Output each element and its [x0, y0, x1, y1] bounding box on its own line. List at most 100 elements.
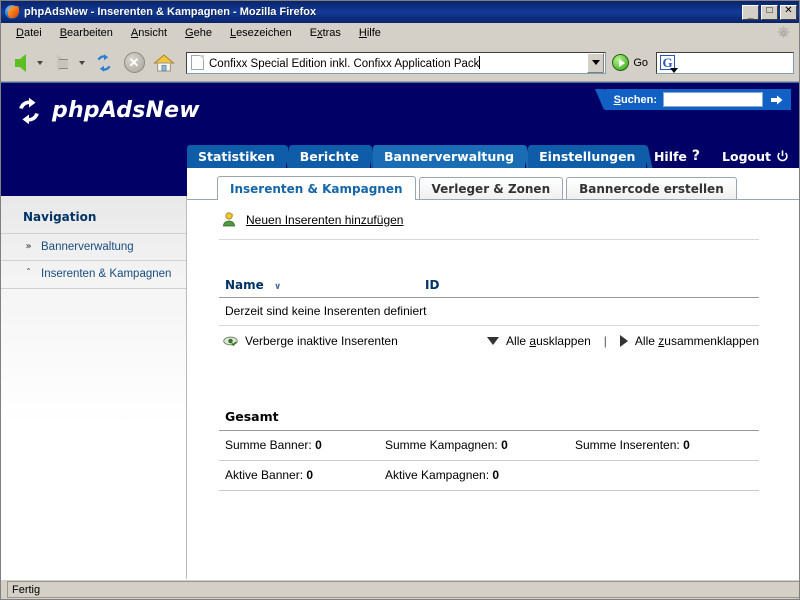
sidebar-item-bannerverwaltung[interactable]: » Bannerverwaltung [1, 233, 186, 260]
app-search-submit[interactable] [769, 92, 785, 108]
subtab-bannercode-erstellen[interactable]: Bannercode erstellen [566, 177, 737, 200]
total-inserenten-label: Summe Inserenten: [575, 438, 680, 452]
arrow-right-icon [771, 95, 783, 104]
home-button[interactable] [150, 49, 178, 77]
tab-statistiken[interactable]: Statistiken [187, 145, 286, 168]
chevron-double-up-icon: » [25, 241, 32, 252]
header-actions: Hilfe ? Logout [654, 148, 789, 164]
address-bar[interactable]: Confixx Special Edition inkl. Confixx Ap… [186, 51, 607, 74]
sort-chevron-down-icon: ∨ [273, 282, 282, 292]
empty-message: Derzeit sind keine Inserenten definiert [219, 297, 759, 326]
total-banner-label: Summe Banner: [225, 438, 312, 452]
app-search-label: Suchen: [613, 93, 657, 106]
firefox-icon [4, 4, 20, 20]
back-dropdown-icon[interactable] [37, 60, 43, 65]
menu-lesezeichen[interactable]: Lesezeichen [221, 25, 301, 41]
window-controls: _ □ ✕ [742, 4, 797, 20]
sidebar-item-label: Inserenten & Kampagnen [41, 268, 172, 281]
back-button[interactable] [6, 49, 34, 77]
total-banner-cell: Summe Banner: 0 [219, 431, 379, 461]
help-link[interactable]: Hilfe ? [654, 148, 700, 164]
total-kampagnen-value: 0 [501, 438, 508, 452]
forward-button[interactable] [48, 49, 76, 77]
sidebar-header-fill [1, 168, 187, 196]
subtab-inserenten-kampagnen[interactable]: Inserenten & Kampagnen [217, 176, 416, 201]
menu-datei[interactable]: DDateiatei [7, 25, 51, 41]
maximize-button[interactable]: □ [761, 4, 778, 20]
active-banner-value: 0 [306, 468, 314, 482]
totals-table: Summe Banner: 0 Summe Kampagnen: 0 Summe… [219, 431, 759, 491]
browser-window: phpAdsNew - Inserenten & Kampagnen - Moz… [0, 0, 800, 600]
active-kampagnen-cell: Aktive Kampagnen: 0 [379, 460, 569, 491]
maximize-icon: □ [766, 5, 773, 16]
logout-label: Logout [722, 148, 771, 164]
table-actions-row: Verberge inaktive Inserenten Alle auskla… [219, 326, 759, 357]
active-banner-cell: Aktive Banner: 0 [219, 460, 379, 491]
close-icon: ✕ [784, 5, 793, 16]
home-icon [153, 53, 175, 71]
gear-icon [777, 26, 790, 38]
status-text: Fertig [7, 581, 799, 598]
triangle-down-icon [487, 337, 500, 345]
forward-dropdown-icon[interactable] [79, 60, 85, 65]
active-kampagnen-label: Aktive Kampagnen: [385, 468, 490, 482]
sidebar-navigation: Navigation » Bannerverwaltung ˆ Inserent… [1, 196, 187, 579]
menu-ansicht[interactable]: Ansicht [122, 25, 176, 41]
chevron-up-icon: ˆ [26, 268, 31, 280]
collapse-all-link[interactable]: Alle zusammenklappen [619, 334, 759, 348]
app-brand-name: phpAdsNew [52, 98, 200, 123]
google-icon[interactable]: G [660, 55, 678, 73]
go-label: Go [633, 56, 648, 69]
tab-einstellungen[interactable]: Einstellungen [528, 145, 647, 168]
menu-bar: DDateiatei Bearbeiten Ansicht Gehe Lesez… [1, 23, 799, 44]
add-advertiser-link[interactable]: Neuen Inserenten hinzufügen [246, 213, 403, 227]
address-bar-text: Confixx Special Edition inkl. Confixx Ap… [209, 57, 480, 70]
text-caret [479, 55, 481, 69]
hide-inactive-label: Verberge inaktive Inserenten [245, 334, 398, 348]
logout-link[interactable]: Logout [722, 149, 789, 164]
totals-empty-cell [569, 460, 759, 491]
collapse-all-label: Alle zusammenklappen [634, 334, 759, 348]
menu-gehe[interactable]: Gehe [176, 25, 221, 41]
subtab-verleger-zonen[interactable]: Verleger & Zonen [418, 177, 564, 200]
total-kampagnen-cell: Summe Kampagnen: 0 [379, 431, 569, 461]
navigation-toolbar: ✕ Confixx Special Edition inkl. Confixx … [1, 44, 799, 82]
expand-all-link[interactable]: Alle ausklappen [487, 334, 591, 348]
content-inner: Neuen Inserenten hinzufügen Name ∨ ID De… [187, 200, 799, 579]
google-letter: G [662, 55, 673, 70]
menu-hilfe[interactable]: Hilfe [350, 25, 390, 41]
sidebar-item-inserenten-kampagnen[interactable]: ˆ Inserenten & Kampagnen [1, 260, 186, 289]
search-input[interactable]: G [656, 51, 794, 74]
totals-section: Gesamt Summe Banner: 0 Summe Kampagnen: … [219, 409, 759, 491]
reload-button[interactable] [90, 49, 118, 77]
minimize-button[interactable]: _ [742, 4, 759, 20]
app-logo: phpAdsNew [15, 97, 200, 125]
column-header-name[interactable]: Name ∨ [219, 274, 419, 298]
expand-all-label: Alle ausklappen [506, 334, 591, 348]
navigation-title: Navigation [23, 210, 97, 224]
menu-extras[interactable]: Extras [301, 25, 350, 41]
hide-inactive-link[interactable]: Verberge inaktive Inserenten [223, 334, 398, 348]
chevron-down-icon [591, 60, 600, 65]
address-dropdown-button[interactable] [587, 52, 605, 73]
column-header-id[interactable]: ID [419, 274, 759, 298]
add-user-icon [223, 212, 235, 227]
tab-berichte[interactable]: Berichte [288, 145, 370, 168]
app-search-input[interactable] [663, 92, 763, 107]
reload-icon [97, 53, 111, 72]
tab-bannerverwaltung[interactable]: Bannerverwaltung [372, 145, 526, 168]
menu-bearbeiten[interactable]: Bearbeiten [51, 25, 122, 41]
table-header-row: Name ∨ ID [219, 274, 759, 298]
stop-button[interactable]: ✕ [120, 49, 148, 77]
totals-title: Gesamt [219, 409, 759, 431]
close-button[interactable]: ✕ [780, 4, 797, 20]
table-row-empty: Derzeit sind keine Inserenten definiert [219, 297, 759, 326]
help-label: Hilfe [653, 148, 687, 164]
app-search-box: Suchen: [594, 89, 791, 110]
totals-row: Aktive Banner: 0 Aktive Kampagnen: 0 [219, 460, 759, 491]
go-button[interactable]: Go [612, 54, 648, 71]
forward-arrow-icon [56, 53, 68, 72]
active-banner-label: Aktive Banner: [225, 468, 304, 482]
column-header-name-label: Name [225, 278, 264, 292]
